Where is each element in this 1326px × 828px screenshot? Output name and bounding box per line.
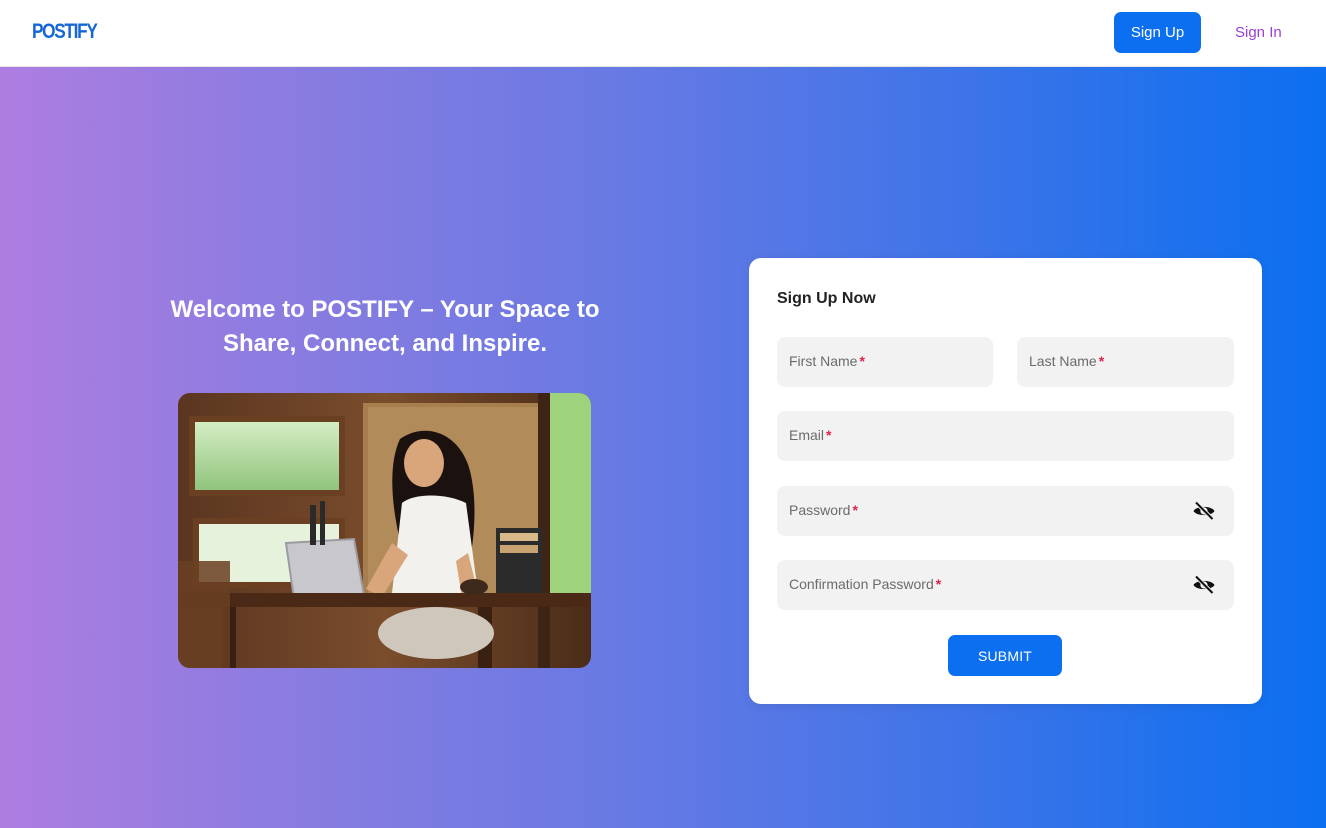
hero-photo (178, 393, 591, 668)
signup-form-card: Sign Up Now First Name * Last Name * Email… (749, 258, 1262, 704)
submit-button[interactable]: SUBMIT (948, 635, 1062, 676)
last-name-label: Last Name * (1029, 353, 1105, 369)
first-name-label: First Name * (789, 353, 865, 369)
woman-with-laptop-illustration (178, 393, 591, 668)
headline-line-2: Share, Connect, and Inspire. (222, 330, 548, 357)
required-asterisk: * (1098, 353, 1105, 369)
required-asterisk: * (935, 576, 942, 592)
password-label: Password * (789, 502, 858, 518)
sign-in-link[interactable]: Sign In (1235, 24, 1282, 41)
email-field[interactable]: Email * (777, 411, 1234, 461)
confirm-password-label: Confirmation Password * (789, 576, 942, 592)
email-label: Email * (789, 427, 832, 443)
password-field[interactable]: Password * (777, 486, 1234, 536)
first-name-field[interactable]: First Name * (777, 337, 993, 387)
sign-up-button[interactable]: Sign Up (1114, 12, 1201, 53)
required-asterisk: * (859, 353, 865, 369)
password-visibility-toggle-eye-slash-icon[interactable] (1192, 499, 1216, 523)
last-name-field[interactable]: Last Name * (1017, 337, 1234, 387)
postify-logo[interactable]: POSTIFY (32, 20, 98, 44)
confirm-password-field[interactable]: Confirmation Password * (777, 560, 1234, 610)
required-asterisk: * (852, 502, 858, 518)
required-asterisk: * (826, 427, 832, 443)
headline-line-1: Welcome to POSTIFY – Your Space to (170, 296, 600, 323)
hero-section: Welcome to POSTIFY – Your Space to Share… (0, 67, 1326, 828)
confirm-password-visibility-toggle-eye-slash-icon[interactable] (1192, 573, 1216, 597)
top-nav-bar: POSTIFY Sign Up Sign In (0, 0, 1326, 67)
welcome-headline: Welcome to POSTIFY – Your Space to Share… (140, 293, 630, 361)
form-title: Sign Up Now (777, 290, 876, 307)
